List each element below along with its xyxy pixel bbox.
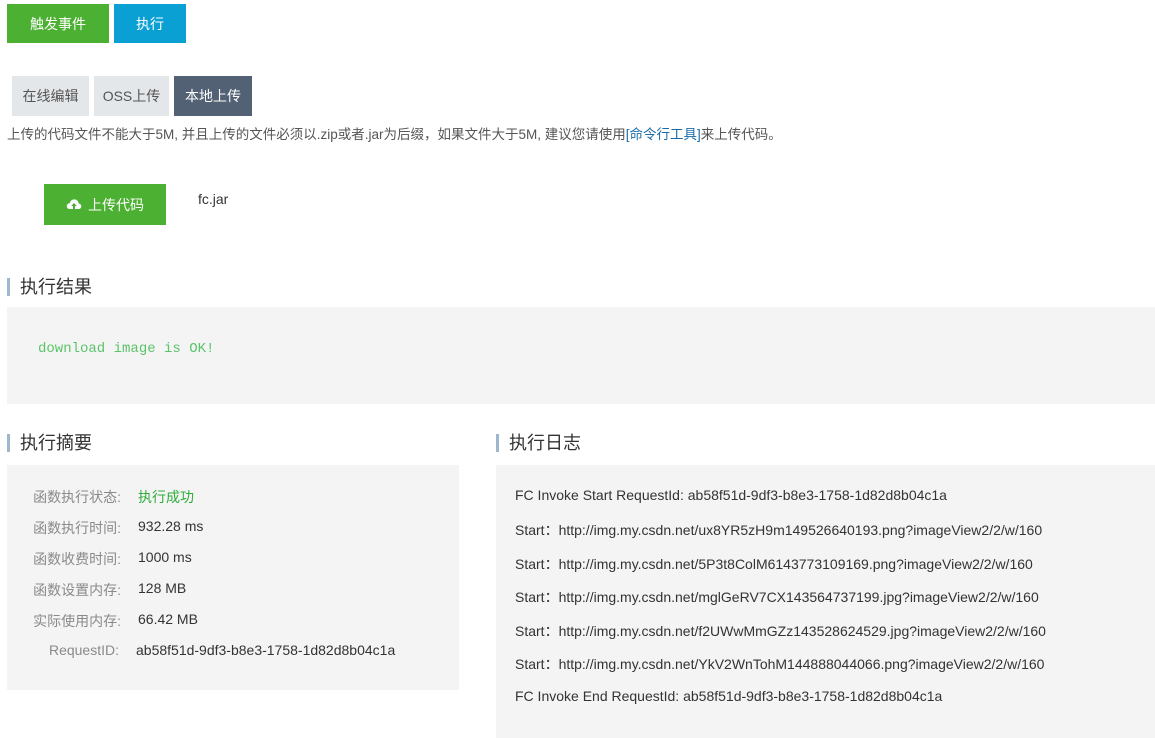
tab-local-upload[interactable]: 本地上传 [174,76,252,116]
summary-row-billed-time: 函数收费时间: 1000 ms [7,549,459,569]
upload-code-label: 上传代码 [88,196,144,213]
log-line: FC Invoke Start RequestId: ab58f51d-9df3… [515,487,947,503]
summary-value: ab58f51d-9df3-b8e3-1758-1d82d8b04c1a [136,642,396,658]
cli-tool-link[interactable]: [命令行工具] [626,127,701,142]
log-line: FC Invoke End RequestId: ab58f51d-9df3-b… [515,688,943,704]
trigger-event-button[interactable]: 触发事件 [7,4,109,43]
summary-value: 128 MB [138,580,187,596]
summary-key: 函数执行时间: [33,520,121,536]
log-line: Start：http://img.my.csdn.net/mglGeRV7CX1… [515,589,1039,605]
summary-row-status: 函数执行状态: 执行成功 [7,487,459,507]
upload-code-button[interactable]: 上传代码 [44,184,166,225]
summary-row-memory-set: 函数设置内存: 128 MB [7,580,459,600]
run-button[interactable]: 执行 [114,4,186,43]
summary-key: 函数设置内存: [33,582,121,598]
summary-value: 1000 ms [138,549,192,565]
summary-row-request-id: RequestID: ab58f51d-9df3-b8e3-1758-1d82d… [7,642,459,662]
log-line: Start：http://img.my.csdn.net/YkV2WnTohM1… [515,656,1045,672]
result-section-title: 执行结果 [7,278,92,296]
log-line: Start：http://img.my.csdn.net/5P3t8ColM61… [515,556,1033,572]
log-line: Start：http://img.my.csdn.net/f2UWwMmGZz1… [515,623,1046,639]
summary-value: 932.28 ms [138,518,204,534]
summary-key: 函数执行状态: [33,489,121,505]
summary-key: 实际使用内存: [33,613,121,629]
status-success-value: 执行成功 [138,489,194,505]
summary-row-memory-used: 实际使用内存: 66.42 MB [7,611,459,631]
log-panel: FC Invoke Start RequestId: ab58f51d-9df3… [496,465,1155,738]
summary-key: RequestID: [48,642,119,658]
cloud-upload-icon [66,198,82,210]
tab-oss-upload[interactable]: OSS上传 [94,76,169,116]
log-line: Start：http://img.my.csdn.net/ux8YR5zH9m1… [515,522,1043,538]
tab-online-edit[interactable]: 在线编辑 [12,76,89,116]
summary-value: 66.42 MB [138,611,198,627]
result-output: download image is OK! [38,341,215,357]
upload-note: 上传的代码文件不能大于5M, 并且上传的文件必须以.zip或者.jar为后缀，如… [7,123,782,143]
summary-key: 函数收费时间: [33,551,121,567]
summary-row-exec-time: 函数执行时间: 932.28 ms [7,518,459,538]
log-section-title: 执行日志 [496,434,581,452]
uploaded-file-name: fc.jar [198,191,229,207]
upload-note-suffix: 来上传代码。 [700,127,782,142]
summary-section-title: 执行摘要 [7,434,92,452]
upload-note-text: 上传的代码文件不能大于5M, 并且上传的文件必须以.zip或者.jar为后缀，如… [7,127,626,142]
summary-panel: 函数执行状态: 执行成功 函数执行时间: 932.28 ms 函数收费时间: 1… [7,465,459,690]
result-panel: download image is OK! [7,307,1155,404]
